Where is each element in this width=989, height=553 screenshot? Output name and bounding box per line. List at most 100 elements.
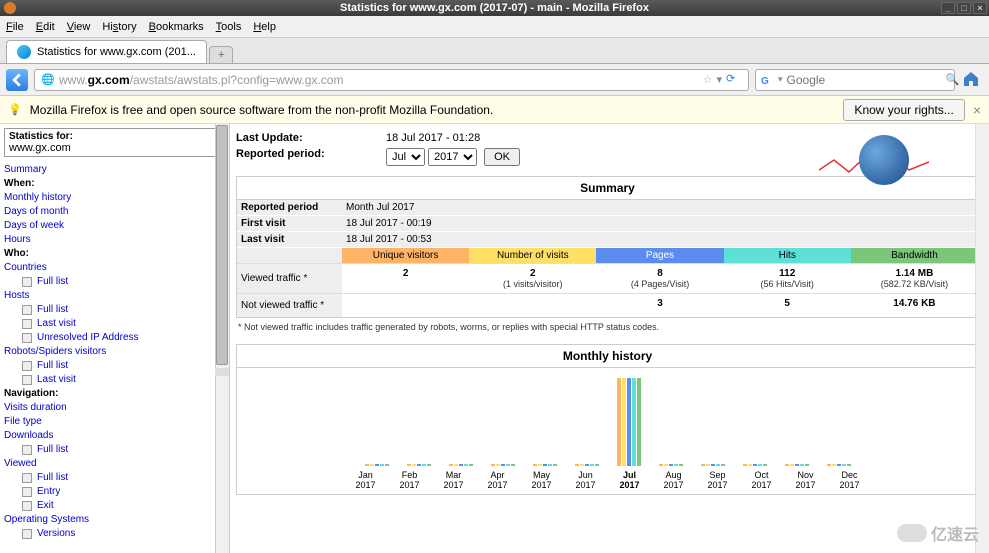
meta-rp-label: Reported period bbox=[237, 200, 342, 215]
last-update-label: Last Update: bbox=[236, 132, 386, 144]
nav-visits-duration[interactable]: Visits duration bbox=[4, 401, 225, 415]
nav-hosts-unresolved[interactable]: Unresolved IP Address bbox=[4, 331, 225, 345]
nav-viewed-entry[interactable]: Entry bbox=[4, 485, 225, 499]
new-tab-button[interactable]: + bbox=[209, 46, 233, 63]
chart-bar bbox=[805, 464, 809, 466]
chart-bar bbox=[711, 464, 715, 466]
sidebar-scroll-grip[interactable] bbox=[215, 368, 229, 376]
nav-hours[interactable]: Hours bbox=[4, 233, 225, 247]
sidebar-scrollbar[interactable] bbox=[215, 124, 229, 553]
chart-bar bbox=[706, 464, 710, 466]
nav-viewed-full[interactable]: Full list bbox=[4, 471, 225, 485]
chart-bar bbox=[464, 464, 468, 466]
chart-bar bbox=[664, 464, 668, 466]
year-select[interactable]: 2017 bbox=[428, 148, 477, 166]
chart-bar bbox=[842, 464, 846, 466]
chart-bar bbox=[380, 464, 384, 466]
nav-days-of-week[interactable]: Days of week bbox=[4, 219, 225, 233]
nav-robots-lastvisit[interactable]: Last visit bbox=[4, 373, 225, 387]
search-box[interactable]: G ▾ 🔍 bbox=[755, 69, 955, 91]
chart-bar bbox=[632, 378, 636, 466]
chart-bar bbox=[701, 464, 705, 466]
tab-active[interactable]: Statistics for www.gx.com (201... bbox=[6, 40, 207, 63]
header-unique-visitors: Unique visitors bbox=[342, 248, 469, 263]
notification-close-icon[interactable]: × bbox=[973, 102, 981, 118]
main-scrollbar[interactable] bbox=[975, 124, 989, 553]
header-bandwidth: Bandwidth bbox=[851, 248, 978, 263]
nav-viewed[interactable]: Viewed bbox=[4, 457, 225, 471]
summary-section: Summary Reported periodMonth Jul 2017 Fi… bbox=[236, 176, 979, 318]
month-label: Feb2017 bbox=[397, 470, 423, 490]
stats-for-value: www.gx.com bbox=[9, 142, 220, 154]
menu-tools[interactable]: Tools bbox=[216, 21, 242, 33]
reload-icon[interactable]: ⟳ bbox=[726, 72, 742, 88]
chart-bar bbox=[847, 464, 851, 466]
nav-viewed-exit[interactable]: Exit bbox=[4, 499, 225, 513]
nav-countries[interactable]: Countries bbox=[4, 261, 225, 275]
chart-bar bbox=[827, 464, 831, 466]
chart-bar bbox=[637, 378, 641, 466]
chart-bar bbox=[790, 464, 794, 466]
search-input[interactable] bbox=[787, 73, 942, 87]
menu-edit[interactable]: Edit bbox=[36, 21, 55, 33]
month-label: Aug2017 bbox=[661, 470, 687, 490]
month-bar-group bbox=[617, 376, 641, 466]
chart-bar bbox=[795, 464, 799, 466]
nav-hosts[interactable]: Hosts bbox=[4, 289, 225, 303]
nav-robots-full[interactable]: Full list bbox=[4, 359, 225, 373]
chart-bar bbox=[469, 464, 473, 466]
home-button[interactable] bbox=[961, 69, 983, 91]
chart-bar bbox=[370, 464, 374, 466]
sidebar-scroll-thumb[interactable] bbox=[216, 125, 228, 365]
ok-button[interactable]: OK bbox=[484, 148, 520, 166]
nav-summary[interactable]: Summary bbox=[4, 163, 225, 177]
month-bar-group bbox=[743, 376, 767, 466]
chart-bar bbox=[417, 464, 421, 466]
month-bar-group bbox=[785, 376, 809, 466]
nav-who-header: Who: bbox=[4, 247, 225, 261]
bookmark-star-icon[interactable]: ☆ bbox=[703, 73, 713, 86]
chart-bar bbox=[585, 464, 589, 466]
month-bar-group bbox=[449, 376, 473, 466]
nav-downloads-full[interactable]: Full list bbox=[4, 443, 225, 457]
chart-bar bbox=[449, 464, 453, 466]
maximize-button[interactable]: □ bbox=[957, 2, 971, 14]
nav-file-type[interactable]: File type bbox=[4, 415, 225, 429]
chart-bar bbox=[501, 464, 505, 466]
awstats-logo bbox=[819, 130, 929, 190]
url-field[interactable]: 🌐 www.gx.com/awstats/awstats.pl?config=w… bbox=[34, 69, 749, 91]
month-select[interactable]: Jul bbox=[386, 148, 425, 166]
nav-os[interactable]: Operating Systems bbox=[4, 513, 225, 527]
minimize-button[interactable]: _ bbox=[941, 2, 955, 14]
nav-robots[interactable]: Robots/Spiders visitors bbox=[4, 345, 225, 359]
menu-file[interactable]: File bbox=[6, 21, 24, 33]
nav-monthly-history[interactable]: Monthly history bbox=[4, 191, 225, 205]
month-bar-group bbox=[533, 376, 557, 466]
nav-downloads[interactable]: Downloads bbox=[4, 429, 225, 443]
chart-bar bbox=[674, 464, 678, 466]
last-update-value: 18 Jul 2017 - 01:28 bbox=[386, 132, 480, 144]
nav-countries-full[interactable]: Full list bbox=[4, 275, 225, 289]
menu-view[interactable]: View bbox=[67, 21, 91, 33]
menu-history[interactable]: History bbox=[102, 21, 136, 33]
search-go-icon[interactable]: 🔍 bbox=[946, 73, 960, 86]
back-button[interactable] bbox=[6, 69, 28, 91]
nav-os-versions[interactable]: Versions bbox=[4, 527, 225, 541]
month-bar-group bbox=[365, 376, 389, 466]
menu-bookmarks[interactable]: Bookmarks bbox=[149, 21, 204, 33]
nav-hosts-full[interactable]: Full list bbox=[4, 303, 225, 317]
menu-help[interactable]: Help bbox=[253, 21, 276, 33]
url-toolbar: 🌐 www.gx.com/awstats/awstats.pl?config=w… bbox=[0, 64, 989, 96]
chart-bar bbox=[617, 378, 621, 466]
search-dropdown-icon[interactable]: ▾ bbox=[778, 74, 783, 85]
dropdown-icon[interactable]: ▾ bbox=[716, 73, 722, 86]
know-your-rights-button[interactable]: Know your rights... bbox=[843, 99, 964, 121]
tab-title: Statistics for www.gx.com (201... bbox=[37, 46, 196, 58]
header-visits: Number of visits bbox=[469, 248, 596, 263]
nav-days-of-month[interactable]: Days of month bbox=[4, 205, 225, 219]
summary-footnote: * Not viewed traffic includes traffic ge… bbox=[236, 318, 979, 336]
stats-for-label: Statistics for: bbox=[9, 131, 220, 142]
notviewed-label: Not viewed traffic * bbox=[237, 294, 342, 317]
close-button[interactable]: × bbox=[973, 2, 987, 14]
nav-hosts-lastvisit[interactable]: Last visit bbox=[4, 317, 225, 331]
